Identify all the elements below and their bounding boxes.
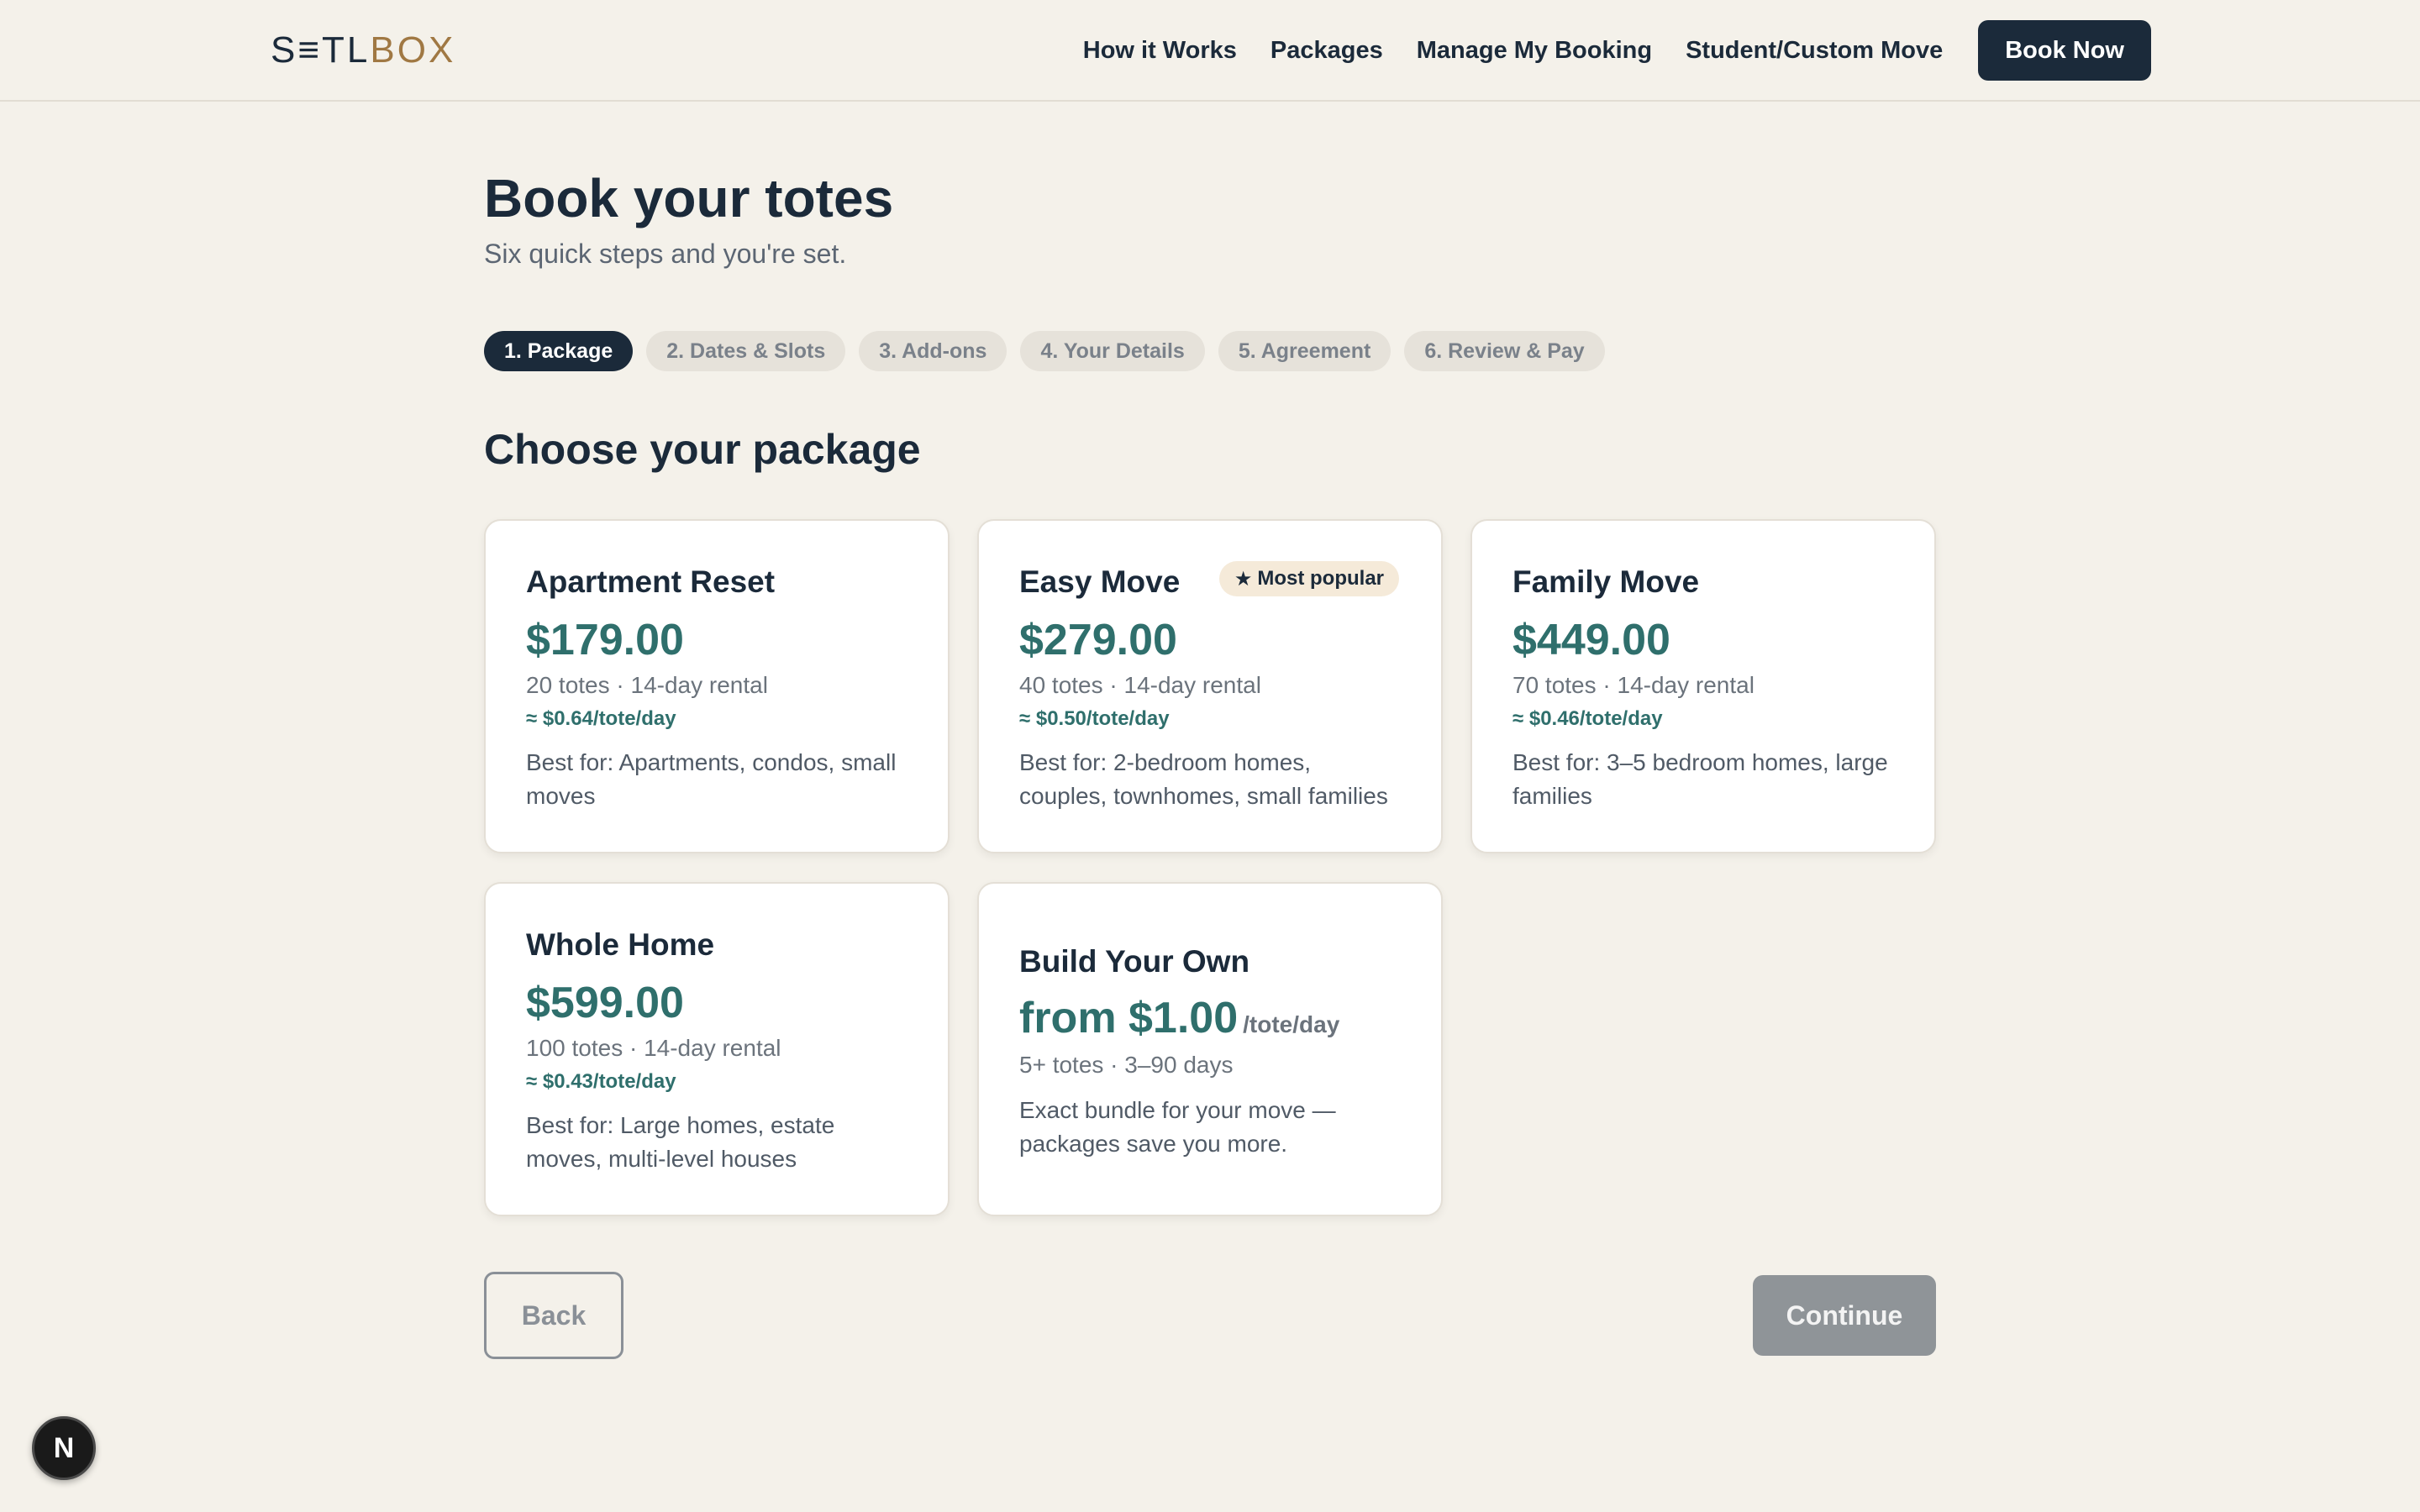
step-package[interactable]: 1. Package <box>484 331 634 371</box>
package-rate: ≈ $0.50/tote/day <box>1019 707 1170 730</box>
package-best-for: Best for: 3–5 bedroom homes, large famil… <box>1512 749 1888 809</box>
step-tabs: 1. Package 2. Dates & Slots 3. Add-ons 4… <box>484 331 1605 371</box>
section-title: Choose your package <box>484 426 921 473</box>
package-price: $279.00 <box>1019 616 1177 664</box>
nextjs-dev-badge[interactable]: N <box>32 1416 96 1480</box>
package-name: Build Your Own <box>1019 944 1250 979</box>
package-meta: 20 totes · 14-day rental <box>526 672 768 698</box>
step-review-pay[interactable]: 6. Review & Pay <box>1404 331 1605 371</box>
package-name: Apartment Reset <box>526 564 776 599</box>
package-price-unit: /tote/day <box>1243 1011 1340 1037</box>
nextjs-logo-icon: N <box>53 1431 75 1464</box>
package-price: $449.00 <box>1512 616 1670 664</box>
step-dates-slots[interactable]: 2. Dates & Slots <box>646 331 846 371</box>
setlbox-logo[interactable]: S≡TL BOX <box>271 29 456 71</box>
package-best-for: Best for: Apartments, condos, small move… <box>526 749 897 809</box>
main-nav: How it Works Packages Manage My Booking … <box>1083 20 2151 81</box>
book-now-button[interactable]: Book Now <box>1978 20 2151 81</box>
package-card-easy-move[interactable]: Easy Move ★ Most popular $279.00 40 tote… <box>977 519 1443 853</box>
package-rate: ≈ $0.43/tote/day <box>526 1070 676 1093</box>
nav-how-it-works[interactable]: How it Works <box>1083 37 1237 65</box>
package-price-row: from $1.00/tote/day <box>1019 993 1339 1043</box>
most-popular-badge: ★ Most popular <box>1218 561 1399 596</box>
package-description: Exact bundle for your move — packages sa… <box>1019 1097 1336 1157</box>
nav-packages[interactable]: Packages <box>1270 37 1383 65</box>
package-price: $599.00 <box>526 979 684 1027</box>
logo-part-2: BOX <box>370 29 456 71</box>
nav-student-custom-move[interactable]: Student/Custom Move <box>1686 37 1943 65</box>
back-button[interactable]: Back <box>484 1272 623 1359</box>
step-your-details[interactable]: 4. Your Details <box>1020 331 1205 371</box>
package-meta: 40 totes · 14-day rental <box>1019 672 1261 698</box>
package-name: Whole Home <box>526 927 715 962</box>
package-meta: 70 totes · 14-day rental <box>1512 672 1754 698</box>
package-best-for: Best for: 2-bedroom homes, couples, town… <box>1019 749 1388 809</box>
page-title: Book your totes <box>484 168 894 228</box>
nav-manage-booking[interactable]: Manage My Booking <box>1417 37 1652 65</box>
site-header: S≡TL BOX How it Works Packages Manage My … <box>0 0 2420 102</box>
page-subtitle: Six quick steps and you're set. <box>484 239 847 269</box>
step-add-ons[interactable]: 3. Add-ons <box>859 331 1007 371</box>
package-best-for: Best for: Large homes, estate moves, mul… <box>526 1112 835 1172</box>
package-rate: ≈ $0.46/tote/day <box>1512 707 1663 730</box>
continue-button[interactable]: Continue <box>1753 1275 1936 1356</box>
package-name: Easy Move <box>1019 564 1181 599</box>
package-rate: ≈ $0.64/tote/day <box>526 707 676 730</box>
package-card-family-move[interactable]: Family Move $449.00 70 totes · 14-day re… <box>1470 519 1936 853</box>
booking-main: Book your totes Six quick steps and you'… <box>484 168 1936 1216</box>
badge-label: Most popular <box>1257 567 1384 590</box>
package-price: from $1.00 <box>1019 994 1239 1042</box>
star-icon: ★ <box>1234 567 1253 591</box>
package-meta: 5+ totes · 3–90 days <box>1019 1052 1234 1078</box>
package-meta: 100 totes · 14-day rental <box>526 1035 781 1061</box>
package-price: $179.00 <box>526 616 684 664</box>
package-card-apartment-reset[interactable]: Apartment Reset $179.00 20 totes · 14-da… <box>484 519 950 853</box>
package-name: Family Move <box>1512 564 1700 599</box>
package-card-whole-home[interactable]: Whole Home $599.00 100 totes · 14-day re… <box>484 882 950 1216</box>
logo-part-1: S≡TL <box>271 29 371 71</box>
package-card-build-your-own[interactable]: Build Your Own from $1.00/tote/day 5+ to… <box>977 882 1443 1216</box>
step-agreement[interactable]: 5. Agreement <box>1218 331 1392 371</box>
